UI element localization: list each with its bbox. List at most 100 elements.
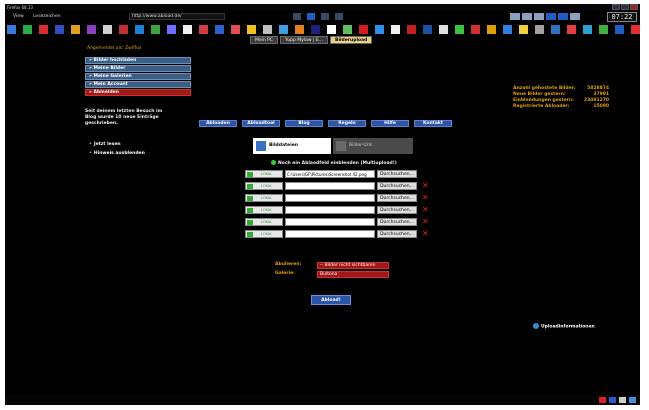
bookmark-icon[interactable] [39,24,48,34]
bookmark-icon[interactable] [215,24,224,34]
bookmark-icon[interactable] [55,24,64,34]
tab-my-pc[interactable]: Mein PC [250,36,279,44]
bookmark-icon[interactable] [183,24,192,34]
nav-rules[interactable]: Regeln [328,120,366,127]
bookmark-icon[interactable] [439,24,448,34]
remove-field-icon[interactable]: ✕ [422,229,429,238]
sidebar-item-my-galleries[interactable]: » Meine Galerien [85,73,191,80]
bookmark-icon[interactable] [519,24,528,34]
bookmark-icon[interactable] [151,24,160,34]
remove-field-icon[interactable]: ✕ [422,193,429,202]
sidebar-item-upload[interactable]: » Bilder hochladen [85,57,191,64]
nav-abloadtool[interactable]: Abloadtool [242,120,280,127]
maximize-button[interactable] [621,4,629,10]
bookmark-icon[interactable] [119,24,128,34]
remove-field-icon[interactable]: ✕ [422,205,429,214]
bookmark-icon[interactable] [87,24,96,34]
bookmark-icon[interactable] [359,24,368,34]
browse-button[interactable]: Durchsuchen... [377,170,417,178]
bookmark-icon[interactable] [423,24,432,34]
hide-notice-link[interactable]: • Hinweis ausblenden [89,151,145,156]
tab-upload[interactable]: Bilderupload [330,36,373,44]
tab-forum[interactable]: Yupp Mylaw | E... [280,36,329,44]
local-source-toggle[interactable]: LOKAL [245,170,283,178]
bookmark-icon[interactable] [343,24,352,34]
bookmark-icon[interactable] [311,24,320,34]
upload-info-link[interactable]: Uploadinformationen [533,323,595,330]
browse-button[interactable]: Durchsuchen... [377,230,417,238]
bookmark-icon[interactable] [135,24,144,34]
upload-button[interactable]: Abload! [311,295,351,305]
bookmark-icon[interactable] [551,24,560,34]
tray-icon[interactable] [619,397,626,403]
forward-icon[interactable] [307,13,315,20]
close-button[interactable] [630,4,638,10]
bookmark-icon[interactable] [327,24,336,34]
bookmark-icon[interactable] [295,24,304,34]
minimize-button[interactable] [612,4,620,10]
bookmark-icon[interactable] [407,24,416,34]
browse-button[interactable]: Durchsuchen... [377,218,417,226]
tool-icon-2[interactable] [522,13,532,20]
tray-icon[interactable] [629,397,636,403]
bookmark-icon[interactable] [599,24,608,34]
local-source-toggle[interactable]: LOKAL [245,218,283,226]
file-path-input[interactable] [285,182,375,190]
bookmark-icon[interactable] [263,24,272,34]
tool-icon-5[interactable] [558,13,568,20]
album-select[interactable]: -- Bilder nicht sichtbaren [317,262,389,269]
add-upload-field[interactable]: Noch ein Ablaodfeld einblenden (Multiupl… [271,160,397,166]
browse-button[interactable]: Durchsuchen... [377,182,417,190]
bookmark-icon[interactable] [7,24,16,34]
browse-button[interactable]: Durchsuchen... [377,206,417,214]
nav-help[interactable]: Hilfe [371,120,409,127]
bookmark-icon[interactable] [199,24,208,34]
file-path-input[interactable]: C:\Users\GF\Pictures\Screenshot 42.png [285,170,375,178]
bookmark-icon[interactable] [167,24,176,34]
menu-bookmarks[interactable]: Lesezeichen [33,14,61,19]
bookmark-icon[interactable] [71,24,80,34]
nav-blog[interactable]: Blog [285,120,323,127]
read-now-link[interactable]: • Jetzt lesen [89,142,145,147]
tray-icon[interactable] [599,397,606,403]
bookmark-icon[interactable] [455,24,464,34]
tab-image-urls[interactable]: Bilder-Urls [333,138,413,154]
bookmark-icon[interactable] [503,24,512,34]
bookmark-icon[interactable] [23,24,32,34]
tab-image-files[interactable]: Bilddateien [253,138,331,154]
bookmark-icon[interactable] [583,24,592,34]
tool-icon-3[interactable] [534,13,544,20]
tool-icon-1[interactable] [510,13,520,20]
remove-field-icon[interactable]: ✕ [422,181,429,190]
sidebar-item-my-images[interactable]: » Meine Bilder [85,65,191,72]
local-source-toggle[interactable]: LOKAL [245,206,283,214]
url-bar[interactable]: http://www.abload.de/ [129,13,225,20]
tray-icon[interactable] [609,397,616,403]
file-path-input[interactable] [285,230,375,238]
bookmark-icon[interactable] [279,24,288,34]
local-source-toggle[interactable]: LOKAL [245,182,283,190]
bookmark-icon[interactable] [247,24,256,34]
local-source-toggle[interactable]: LOKAL [245,230,283,238]
nav-abloaden[interactable]: Abloaden [199,120,237,127]
remove-field-icon[interactable]: ✕ [422,217,429,226]
bookmark-icon[interactable] [535,24,544,34]
file-path-input[interactable] [285,206,375,214]
bookmark-icon[interactable] [231,24,240,34]
home-icon[interactable] [335,13,343,20]
bookmark-icon[interactable] [487,24,496,34]
bookmark-icon[interactable] [615,24,624,34]
browse-button[interactable]: Durchsuchen... [377,194,417,202]
menu-view[interactable]: View [13,14,24,19]
back-icon[interactable] [293,13,301,20]
file-path-input[interactable] [285,194,375,202]
local-source-toggle[interactable]: LOKAL [245,194,283,202]
gallery-select[interactable]: Bultona [317,271,389,278]
bookmark-icon[interactable] [567,24,576,34]
nav-contact[interactable]: Kontakt [414,120,452,127]
sidebar-item-logout[interactable]: » Abmelden [85,89,191,96]
bookmark-icon[interactable] [471,24,480,34]
tool-icon-6[interactable] [570,13,580,20]
reload-icon[interactable] [321,13,329,20]
bookmark-icon[interactable] [103,24,112,34]
